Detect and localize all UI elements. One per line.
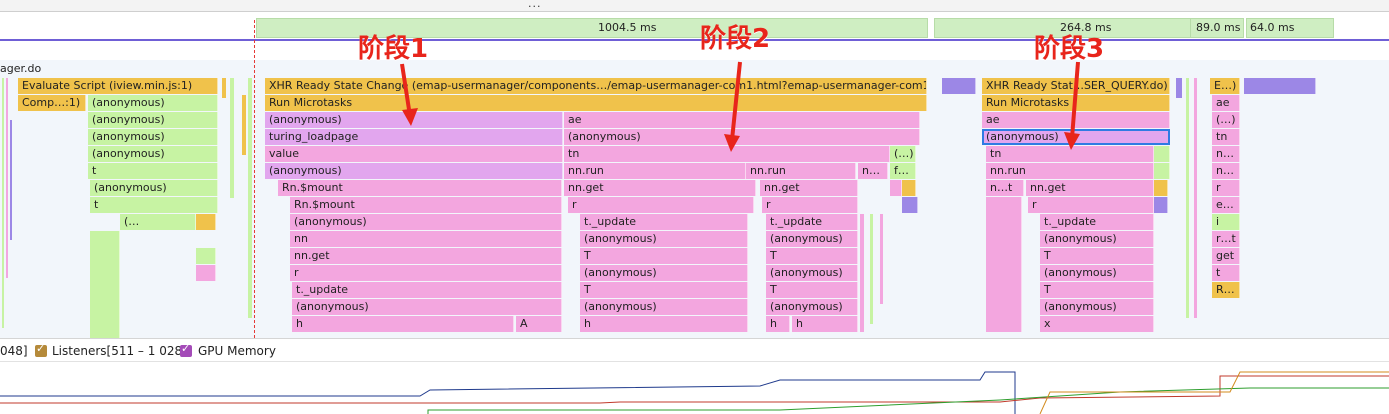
legend-prefix: 048]	[0, 344, 28, 358]
series-line	[0, 371, 1016, 414]
listeners-checkbox[interactable]	[35, 342, 47, 357]
gpu-memory-checkbox[interactable]	[180, 342, 192, 357]
arrow-icon	[400, 61, 1080, 152]
counters-graph	[0, 371, 1389, 414]
series-line	[427, 387, 1389, 414]
gpu-memory-label: GPU Memory	[198, 344, 276, 358]
counters-legend: 048] Listeners[511 – 1 028] GPU Memory	[0, 338, 1389, 362]
series-line	[1039, 371, 1389, 414]
listeners-label: Listeners[511 – 1 028]	[52, 344, 187, 358]
series-line	[0, 375, 1389, 404]
